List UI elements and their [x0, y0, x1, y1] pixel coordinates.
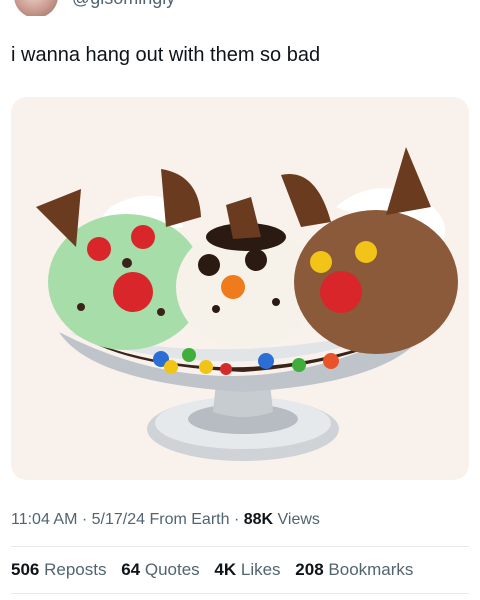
avatar[interactable] — [14, 0, 58, 16]
meta-separator: · — [229, 511, 244, 528]
tweet-media[interactable] — [11, 97, 469, 480]
tweet-header: @glsomingly — [0, 0, 480, 16]
user-handle[interactable]: @glsomingly — [72, 0, 175, 9]
tweet-time[interactable]: 11:04 AM — [11, 511, 77, 528]
bookmarks-count: 208 — [295, 560, 324, 579]
likes-link[interactable]: 4K Likes — [214, 560, 280, 579]
likes-label: Likes — [236, 560, 281, 579]
bookmarks-link[interactable]: 208 Bookmarks — [295, 560, 413, 579]
views-label: Views — [273, 511, 320, 528]
tweet-source: From Earth — [145, 511, 230, 528]
tweet-meta: 11:04 AM · 5/17/24 From Earth · 88K View… — [11, 509, 320, 531]
divider — [11, 546, 469, 547]
meta-separator: · — [77, 511, 92, 528]
quotes-link[interactable]: 64 Quotes — [121, 560, 199, 579]
engagement-stats: 506 Reposts 64 Quotes 4K Likes 208 Bookm… — [11, 559, 423, 581]
reposts-label: Reposts — [39, 560, 107, 579]
reposts-link[interactable]: 506 Reposts — [11, 560, 106, 579]
ice-cream-sundae-image — [11, 97, 469, 480]
tweet-text: i wanna hang out with them so bad — [11, 44, 321, 66]
divider — [11, 593, 469, 594]
views-count: 88K — [243, 511, 274, 528]
likes-count: 4K — [214, 560, 237, 579]
tweet-date[interactable]: 5/17/24 — [92, 511, 145, 528]
quotes-label: Quotes — [140, 560, 200, 579]
quotes-count: 64 — [121, 560, 141, 579]
bookmarks-label: Bookmarks — [323, 560, 414, 579]
reposts-count: 506 — [11, 560, 40, 579]
